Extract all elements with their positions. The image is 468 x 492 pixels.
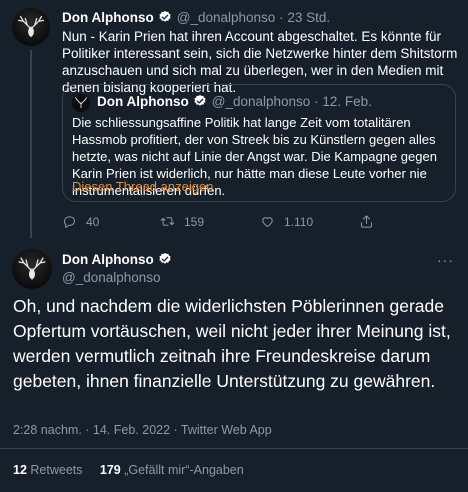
tweet-actions: 40 159 1.110 [62, 214, 458, 230]
quoted-tweet[interactable]: Don Alphonso @_donalphonso · 12. Feb. Die… [62, 84, 456, 202]
author-handle[interactable]: @_donalphonso [177, 10, 276, 25]
avatar[interactable] [12, 8, 50, 46]
divider [0, 448, 468, 449]
quoted-author-name: Don Alphonso [97, 94, 189, 109]
quoted-author-handle: @_donalphonso [211, 94, 311, 109]
author-name[interactable]: Don Alphonso [62, 252, 172, 267]
tweet-stats: 12 Retweets 179 „Gefällt mir“-Angaben [13, 463, 244, 477]
reply-icon [64, 216, 75, 228]
retweets-label: Retweets [30, 463, 83, 477]
separator: · [279, 10, 284, 25]
retweet-button[interactable]: 159 [160, 214, 204, 229]
share-icon [361, 215, 372, 228]
quoted-tweet-header: Don Alphonso @_donalphonso · 12. Feb. [97, 94, 372, 109]
show-thread-link[interactable]: Diesen Thread anzeigen [72, 179, 213, 194]
thread-line [30, 50, 32, 238]
tweet-timestamp[interactable]: 2:28 nachm. · 14. Feb. 2022 · Twitter We… [13, 423, 272, 437]
likes-label: „Gefällt mir“-Angaben [124, 463, 244, 477]
reply-button[interactable]: 40 [62, 214, 99, 229]
more-options-icon[interactable]: ··· [437, 252, 454, 268]
tweet-text: Oh, und nachdem die widerlichsten Pöbler… [13, 296, 451, 391]
reply-count: 40 [86, 214, 100, 229]
share-button[interactable] [359, 214, 374, 229]
like-button[interactable]: 1.110 [260, 214, 313, 229]
retweets-count: 12 [13, 463, 27, 477]
separator: · [314, 94, 319, 109]
verified-icon [159, 10, 171, 22]
likes-count: 179 [99, 463, 121, 477]
like-count: 1.110 [284, 214, 314, 229]
retweets-stat[interactable]: 12 Retweets [13, 463, 83, 477]
retweet-icon [160, 217, 175, 226]
verified-icon [194, 94, 206, 106]
author-name-text: Don Alphonso [62, 252, 154, 267]
likes-stat[interactable]: 179 „Gefällt mir“-Angaben [100, 463, 244, 477]
heart-icon [262, 217, 273, 227]
retweet-count: 159 [184, 214, 205, 229]
quoted-tweet-time: 12. Feb. [322, 94, 372, 109]
avatar[interactable] [12, 249, 52, 289]
author-handle[interactable]: @_donalphonso [62, 270, 161, 285]
tweet-time[interactable]: 23 Std. [287, 10, 330, 25]
author-name[interactable]: Don Alphonso [62, 10, 154, 25]
avatar [72, 94, 90, 112]
verified-icon [159, 252, 171, 264]
parent-tweet-header: Don Alphonso @_donalphonso · 23 Std. [62, 10, 330, 25]
